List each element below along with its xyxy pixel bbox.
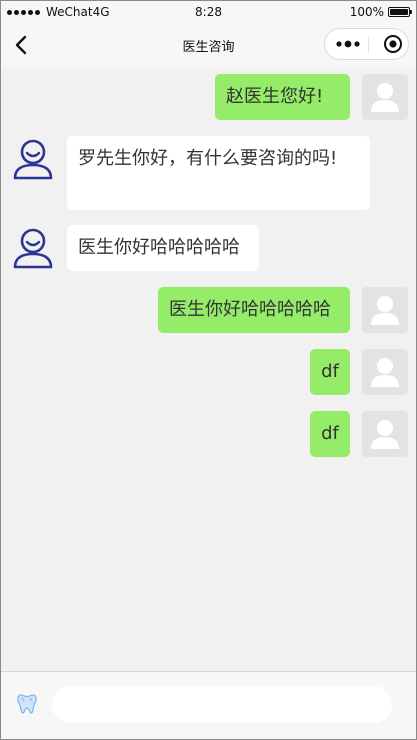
user-avatar bbox=[362, 74, 408, 120]
tooth-icon[interactable] bbox=[15, 692, 39, 716]
message-row-user: df bbox=[1, 411, 416, 457]
user-silhouette-icon bbox=[371, 83, 399, 112]
message-bubble-user: 赵医生您好! bbox=[215, 74, 350, 120]
doctor-avatar-icon bbox=[10, 225, 56, 271]
message-bubble-user: df bbox=[310, 411, 350, 457]
phone-frame: WeChat4G 8:28 100% 医生咨询 赵医生您好! 罗先生你好，有什么… bbox=[0, 0, 417, 740]
message-row-doctor: 罗先生你好，有什么要咨询的吗! bbox=[1, 136, 416, 210]
message-bubble-user: 医生你好哈哈哈哈哈 bbox=[158, 287, 350, 333]
capsule-divider bbox=[368, 37, 369, 53]
battery-icon bbox=[388, 7, 412, 17]
battery-percent: 100% bbox=[349, 5, 384, 19]
more-dots-icon[interactable] bbox=[335, 29, 363, 59]
message-row-user: 赵医生您好! bbox=[1, 74, 416, 120]
status-bar: WeChat4G 8:28 100% bbox=[1, 1, 416, 23]
message-bubble-doctor: 医生你好哈哈哈哈哈 bbox=[67, 225, 259, 271]
message-row-doctor: 医生你好哈哈哈哈哈 bbox=[1, 225, 416, 271]
user-silhouette-icon bbox=[371, 296, 399, 325]
user-avatar bbox=[362, 411, 408, 457]
target-home-icon[interactable] bbox=[378, 29, 408, 59]
navigation-bar: 医生咨询 bbox=[1, 23, 416, 67]
user-avatar bbox=[362, 287, 408, 333]
user-silhouette-icon bbox=[371, 420, 399, 449]
user-silhouette-icon bbox=[371, 358, 399, 387]
battery-status: 100% bbox=[349, 5, 412, 19]
message-input[interactable] bbox=[52, 686, 392, 723]
menu-capsule bbox=[324, 28, 409, 60]
message-bubble-doctor: 罗先生你好，有什么要咨询的吗! bbox=[67, 136, 370, 210]
composer-bar bbox=[1, 671, 416, 739]
user-avatar bbox=[362, 349, 408, 395]
message-bubble-user: df bbox=[310, 349, 350, 395]
doctor-avatar-icon bbox=[10, 136, 56, 182]
message-row-user: df bbox=[1, 349, 416, 395]
message-row-user: 医生你好哈哈哈哈哈 bbox=[1, 287, 416, 333]
